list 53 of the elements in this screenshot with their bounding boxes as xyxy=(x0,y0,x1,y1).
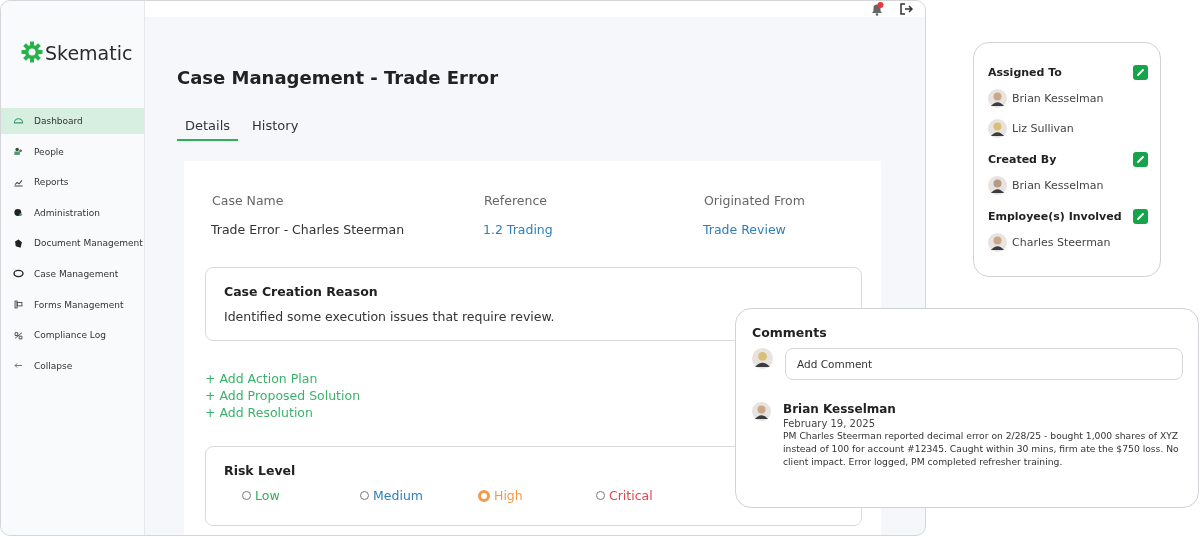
form-icon xyxy=(13,299,24,311)
person-name: Charles Steerman xyxy=(1012,236,1111,249)
field-label: Reference xyxy=(483,193,548,208)
comment-text: PM Charles Steerman reported decimal error on 2/28/25 - bought 1,000 shares of XYZ instead of 100 for account #12345. Caught within 30 mins, firm ate the $750 loss. No client impact. Error logged, PM completed refresher training. xyxy=(783,430,1180,469)
avatar xyxy=(988,176,1007,195)
person-name: Liz Sullivan xyxy=(1012,122,1074,135)
tab[interactable]: History xyxy=(244,118,307,141)
sidebar-item[interactable]: Reports xyxy=(1,169,144,196)
comment-author: Brian Kesselman xyxy=(783,402,897,416)
risk-option[interactable]: Critical xyxy=(596,488,714,503)
group-title: Created By xyxy=(988,153,1057,166)
field-link[interactable]: Trade Review xyxy=(703,222,862,237)
edit-icon[interactable] xyxy=(1133,209,1148,224)
group-title: Employee(s) Involved xyxy=(988,210,1122,223)
field-label: Case Name xyxy=(211,193,285,208)
avatar xyxy=(988,89,1007,108)
logo-text: Skematic xyxy=(45,44,133,63)
comment-date: February 19, 2025 xyxy=(783,418,877,429)
sidebar-item[interactable]: Forms Management xyxy=(1,291,144,318)
field-link[interactable]: 1.2 Trading xyxy=(483,222,703,237)
radio-button[interactable] xyxy=(478,489,490,502)
bell-icon[interactable] xyxy=(869,1,885,17)
person-name: Brian Kesselman xyxy=(1012,179,1104,192)
avatar xyxy=(988,119,1007,138)
avatar xyxy=(752,402,771,421)
person-name: Brian Kesselman xyxy=(1012,92,1104,105)
comments-title: Comments xyxy=(752,325,828,340)
field-value: Trade Error - Charles Steerman xyxy=(211,222,406,237)
comment-field[interactable]: Add Comment xyxy=(785,348,1183,380)
logout-icon[interactable] xyxy=(899,2,913,16)
panel-title: Case Creation Reason xyxy=(224,284,379,299)
sidebar-item[interactable]: Dashboard xyxy=(1,108,144,134)
field-label: Originated From xyxy=(703,193,806,208)
sidebar-item[interactable]: Administration xyxy=(1,199,144,226)
avatar xyxy=(752,348,773,369)
gear-icon xyxy=(21,41,43,63)
gauge-icon xyxy=(13,115,24,127)
edit-icon[interactable] xyxy=(1133,152,1148,167)
sidebar-item[interactable]: Document Management xyxy=(1,230,144,257)
ring-icon xyxy=(13,268,24,280)
risk-option[interactable]: Medium xyxy=(360,488,478,503)
sidebar-item[interactable]: Collapse xyxy=(1,352,144,379)
reason-text: Identified some execution issues that require review. xyxy=(224,309,556,324)
tab[interactable]: Details xyxy=(177,118,239,141)
panel-title: Risk Level xyxy=(224,463,297,478)
avatar xyxy=(988,233,1007,252)
page-title: Case Management - Trade Error xyxy=(177,67,500,88)
people-icon xyxy=(13,146,24,158)
sidebar-item[interactable]: Compliance Log xyxy=(1,322,144,349)
edit-icon[interactable] xyxy=(1133,65,1148,80)
sidebar-item[interactable]: Case Management xyxy=(1,260,144,287)
sidebar-item[interactable]: People xyxy=(1,138,144,165)
group-title: Assigned To xyxy=(988,66,1062,79)
